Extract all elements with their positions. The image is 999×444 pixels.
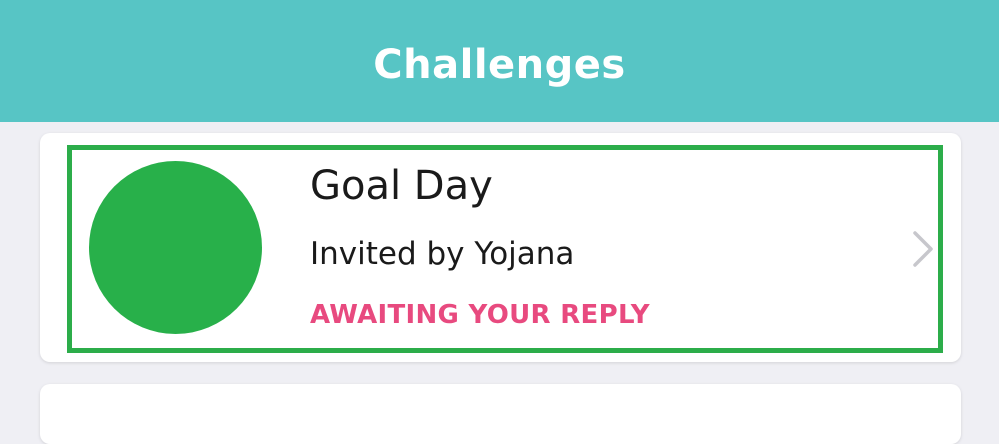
- chevron-right-icon: [913, 231, 933, 267]
- challenge-card-next[interactable]: [40, 384, 961, 444]
- challenge-status: AWAITING YOUR REPLY: [310, 300, 650, 330]
- challenge-card[interactable]: Goal Day Invited by Yojana AWAITING YOUR…: [40, 133, 961, 362]
- page-title: Challenges: [373, 42, 626, 88]
- challenge-invited-by: Invited by Yojana: [310, 236, 575, 272]
- challenge-name: Goal Day: [310, 163, 493, 209]
- nav-header: Challenges: [0, 0, 999, 122]
- challenge-avatar: [89, 161, 262, 334]
